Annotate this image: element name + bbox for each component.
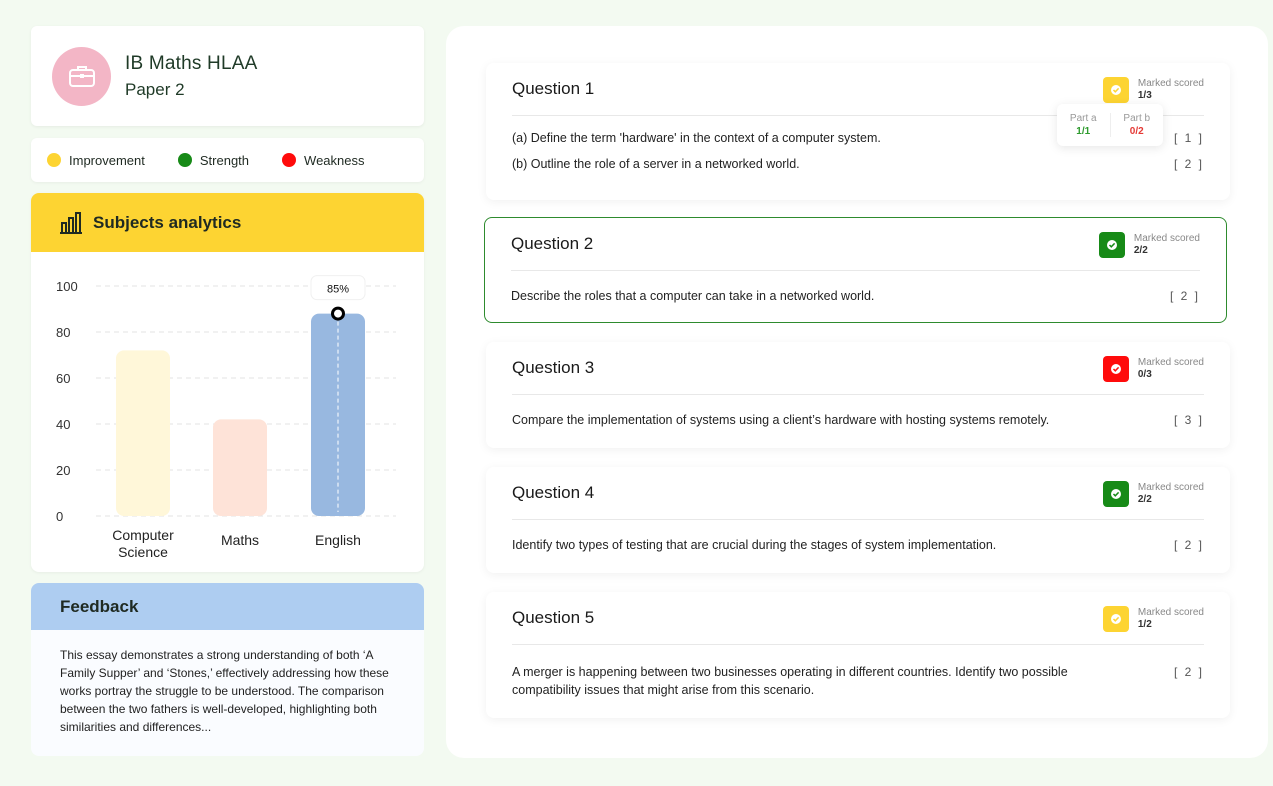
questions-panel: Question 1 Marked scored 1/3 (a) Define … (446, 26, 1268, 758)
question-text: A merger is happening between two busine… (512, 665, 1068, 697)
score-label: Marked scored (1137, 357, 1204, 368)
y-tick-label: 0 (56, 509, 63, 524)
subjects-bar-chart: 0 20 40 60 80 100 ComputerScience Maths English 8… (56, 275, 396, 560)
bar-maths (213, 419, 267, 516)
question-text: Compare the implementation of systems us… (512, 413, 1050, 427)
check-badge-icon (1102, 77, 1129, 103)
part-label: Part a (1069, 113, 1097, 124)
subject-card: IB Maths HLAA Paper 2 (31, 26, 424, 126)
question-part: (b) Outline the role of a server in a ne… (512, 157, 1204, 171)
feedback-title: Feedback (31, 583, 424, 630)
subject-title: IB Maths HLAA (125, 52, 258, 74)
part-score: 0/2 (1129, 126, 1144, 137)
question-title: Question 5 (512, 608, 595, 627)
question-card[interactable]: Question 5 Marked scored 1/2 A merger is… (486, 592, 1230, 718)
legend-label: Improvement (69, 152, 145, 168)
tooltip-label: 85% (327, 284, 349, 296)
x-tick-label: English (315, 532, 361, 548)
feedback-text: This essay demonstrates a strong underst… (60, 648, 389, 734)
question-header: Question 3 Marked scored 0/3 (512, 342, 1204, 395)
question-card[interactable]: Question 4 Marked scored 2/2 Identify tw… (486, 467, 1230, 573)
part-b-score: Part b 0/2 (1109, 113, 1164, 137)
analytics-title: Subjects analytics (93, 212, 242, 232)
x-tick-label: Computer (112, 527, 174, 543)
score-label: Marked scored (1133, 233, 1200, 244)
question-text: (b) Outline the role of a server in a ne… (512, 157, 800, 171)
check-badge-icon (1098, 232, 1125, 258)
question-part: A merger is happening between two busine… (512, 663, 1204, 699)
score-indicator: Marked scored 2/2 (1098, 232, 1200, 258)
left-panel: IB Maths HLAA Paper 2 Improvement Streng… (31, 26, 424, 756)
y-tick-label: 80 (56, 325, 70, 340)
subject-paper: Paper 2 (125, 79, 185, 99)
question-title: Question 1 (512, 79, 595, 98)
question-part: Compare the implementation of systems us… (512, 413, 1204, 427)
bar-computer-science (116, 350, 170, 516)
score-label: Marked scored (1137, 607, 1204, 618)
score-value: 0/3 (1137, 369, 1152, 380)
score-value: 1/3 (1137, 90, 1152, 101)
question-header: Question 4 Marked scored 2/2 (512, 467, 1204, 520)
y-tick-label: 40 (56, 417, 70, 432)
question-card[interactable]: Question 3 Marked scored 0/3 Compare the… (486, 342, 1230, 448)
marks-label: [ 2 ] (1173, 538, 1204, 552)
question-title: Question 4 (512, 483, 595, 502)
question-part: Identify two types of testing that are c… (512, 538, 1204, 552)
score-value: 2/2 (1133, 245, 1148, 256)
question-header: Question 2 Marked scored 2/2 (511, 218, 1200, 271)
x-tick-label: Maths (221, 532, 259, 548)
legend-dot-improvement (47, 153, 61, 167)
part-label: Part b (1123, 113, 1151, 124)
score-indicator: Marked scored 1/3 (1102, 77, 1204, 103)
question-text: Describe the roles that a computer can t… (511, 289, 875, 303)
question-title: Question 2 (511, 234, 594, 253)
check-badge-icon (1102, 356, 1129, 382)
y-tick-label: 60 (56, 371, 70, 386)
part-a-score: Part a 1/1 (1057, 113, 1110, 137)
legend-dot-weakness (282, 153, 297, 167)
check-badge-icon (1102, 606, 1129, 632)
question-text: Identify two types of testing that are c… (512, 538, 997, 552)
legend-label: Strength (199, 152, 250, 168)
marks-label: [ 2 ] (1173, 665, 1204, 679)
legend-item-improvement: Improvement (47, 153, 145, 168)
question-title: Question 3 (512, 358, 595, 377)
question-header: Question 5 Marked scored 1/2 (512, 592, 1204, 645)
score-label: Marked scored (1137, 482, 1204, 493)
question-part: Describe the roles that a computer can t… (511, 289, 1200, 303)
score-value: 2/2 (1137, 494, 1152, 505)
briefcase-icon (68, 66, 95, 87)
score-value: 1/2 (1137, 619, 1152, 630)
subjects-analytics-card: Subjects analytics 0 20 40 60 80 100 Computer S… (31, 193, 424, 572)
y-tick-label: 20 (56, 463, 70, 478)
parts-score-popover: Part a 1/1 Part b 0/2 (1057, 104, 1163, 146)
highlight-point (331, 306, 345, 321)
score-label: Marked scored (1137, 78, 1204, 89)
y-tick-label: 100 (56, 279, 78, 294)
analytics-body: 0 20 40 60 80 100 Computer Science Maths English 8… (31, 252, 424, 572)
question-text: (a) Define the term 'hardware' in the co… (512, 131, 881, 145)
score-indicator: Marked scored 0/3 (1102, 356, 1204, 382)
legend-item-weakness: Weakness (282, 152, 365, 168)
legend-dot-strength (177, 153, 192, 167)
question-card[interactable]: Question 2 Marked scored 2/2 Describe th… (484, 217, 1227, 323)
legend: Improvement Strength Weakness (31, 138, 424, 182)
check-badge-icon (1102, 481, 1129, 507)
marks-label: [ 3 ] (1173, 413, 1204, 427)
part-score: 1/1 (1076, 126, 1091, 137)
score-indicator: Marked scored 2/2 (1102, 481, 1204, 507)
analytics-header: Subjects analytics (31, 193, 424, 252)
legend-label: Weakness (304, 152, 365, 168)
legend-item-strength: Strength (177, 152, 250, 168)
marks-label: [ 1 ] (1173, 131, 1204, 145)
score-indicator: Marked scored 1/2 (1102, 606, 1204, 632)
bar-chart-icon (60, 211, 82, 234)
marks-label: [ 2 ] (1173, 157, 1204, 171)
x-tick-label: Science (118, 544, 168, 560)
feedback-card: Feedback This essay demonstrates a stron… (31, 583, 424, 756)
subject-icon-circle (52, 46, 111, 106)
marks-label: [ 2 ] (1169, 289, 1200, 303)
